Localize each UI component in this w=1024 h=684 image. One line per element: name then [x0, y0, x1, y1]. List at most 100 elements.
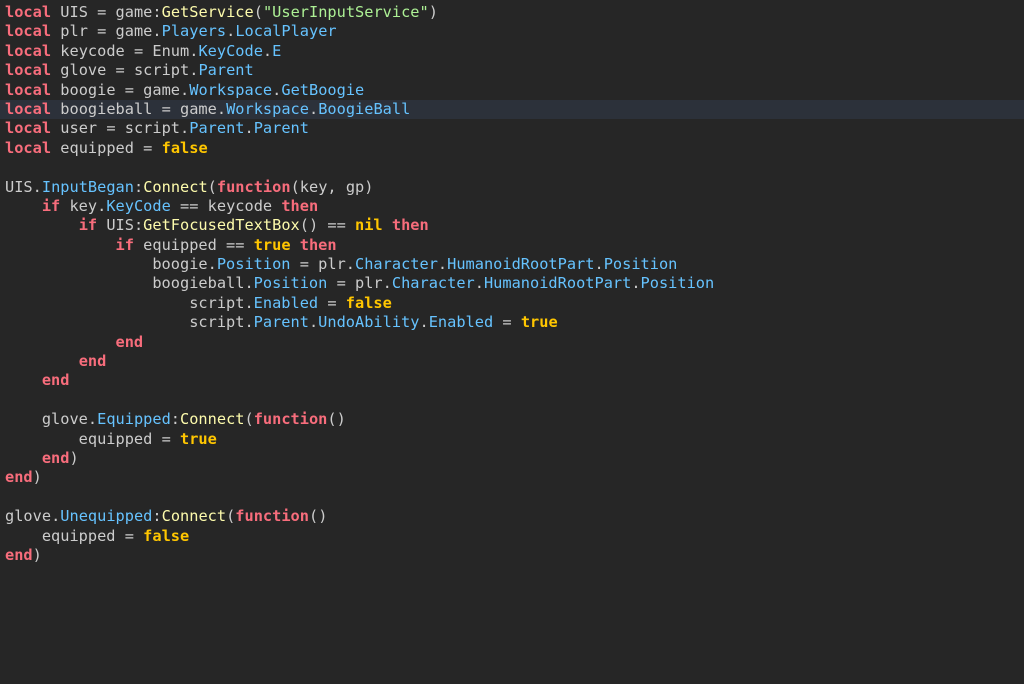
code-token: .: [180, 80, 190, 99]
code-line[interactable]: end: [0, 371, 1024, 390]
code-line[interactable]: [0, 158, 1024, 177]
code-token: HumanoidRootPart: [483, 274, 632, 293]
code-token: script: [5, 293, 245, 312]
code-token: Connect: [161, 507, 227, 526]
code-token: =: [124, 526, 134, 545]
code-token: local: [5, 80, 52, 99]
code-line[interactable]: end): [0, 468, 1024, 487]
code-token: end: [5, 545, 33, 564]
code-line[interactable]: end): [0, 449, 1024, 468]
code-token: InputBegan: [41, 177, 134, 196]
code-token: Character: [391, 274, 475, 293]
code-token: local: [5, 99, 52, 118]
code-token: UIS: [5, 177, 33, 196]
code-token: Position: [603, 255, 678, 274]
code-token: (): [308, 507, 328, 526]
code-line[interactable]: end: [0, 333, 1024, 352]
code-token: .: [32, 177, 42, 196]
code-line[interactable]: local boogie = game.Workspace.GetBoogie: [0, 81, 1024, 100]
code-token: user: [51, 119, 107, 138]
code-token: :: [170, 410, 181, 429]
code-token: script: [5, 313, 245, 332]
code-token: local: [5, 119, 52, 138]
code-editor[interactable]: local UIS = game:GetService("UserInputSe…: [0, 0, 1024, 684]
code-line[interactable]: glove.Equipped:Connect(function(): [0, 410, 1024, 429]
code-line[interactable]: if key.KeyCode == keycode then: [0, 197, 1024, 216]
code-token: ==: [180, 196, 199, 215]
code-token: KeyCode: [106, 196, 171, 215]
code-line[interactable]: script.Enabled = false: [0, 294, 1024, 313]
code-token: .: [244, 274, 254, 293]
code-token: glove: [5, 410, 88, 429]
code-token: :: [133, 216, 144, 235]
code-line[interactable]: UIS.InputBegan:Connect(function(key, gp): [0, 178, 1024, 197]
code-line[interactable]: local user = script.Parent.Parent: [0, 119, 1024, 138]
code-line[interactable]: local plr = game.Players.LocalPlayer: [0, 22, 1024, 41]
code-token: equipped: [5, 526, 125, 545]
code-token: Position: [253, 274, 328, 293]
code-token: (: [226, 507, 236, 526]
code-token: .: [216, 99, 227, 118]
code-token: HumanoidRootPart: [447, 255, 595, 274]
code-token: Parent: [253, 119, 309, 138]
code-token: if: [78, 216, 98, 235]
code-token: (): [327, 410, 346, 429]
code-line[interactable]: [0, 488, 1024, 507]
code-token: game: [170, 99, 217, 118]
code-token: ==: [226, 235, 245, 254]
code-line[interactable]: if equipped == true then: [0, 236, 1024, 255]
code-token: Workspace: [226, 99, 309, 118]
code-token: ): [364, 177, 374, 196]
code-token: keycode: [198, 196, 282, 215]
code-token: game: [106, 22, 153, 41]
code-token: =: [161, 429, 171, 448]
code-token: =: [133, 41, 144, 60]
code-token: Workspace: [189, 80, 273, 99]
code-token: key: [60, 196, 98, 215]
code-token: false: [345, 293, 392, 312]
code-line[interactable]: local keycode = Enum.KeyCode.E: [0, 42, 1024, 61]
code-token: :: [152, 507, 162, 526]
code-token: Position: [640, 274, 715, 293]
code-token: =: [161, 99, 171, 118]
code-token: function: [216, 177, 291, 196]
code-line[interactable]: local equipped = false: [0, 139, 1024, 158]
code-line[interactable]: local boogieball = game.Workspace.Boogie…: [0, 99, 1024, 120]
code-token: =: [336, 274, 346, 293]
code-token: local: [5, 22, 52, 41]
code-token: then: [281, 196, 319, 215]
code-token: (: [290, 177, 300, 196]
code-token: .: [437, 255, 448, 274]
code-token: equipped: [133, 235, 227, 254]
code-line[interactable]: local glove = script.Parent: [0, 61, 1024, 80]
code-line[interactable]: if UIS:GetFocusedTextBox() == nil then: [0, 216, 1024, 235]
code-token: .: [419, 313, 429, 332]
code-line[interactable]: glove.Unequipped:Connect(function(): [0, 507, 1024, 526]
code-line[interactable]: equipped = true: [0, 430, 1024, 449]
code-line[interactable]: local UIS = game:GetService("UserInputSe…: [0, 3, 1024, 22]
code-line[interactable]: end): [0, 546, 1024, 565]
code-line[interactable]: script.Parent.UndoAbility.Enabled = true: [0, 313, 1024, 332]
code-token: equipped: [5, 429, 162, 448]
code-token: =: [327, 293, 337, 312]
code-line[interactable]: end: [0, 352, 1024, 371]
code-line[interactable]: [0, 391, 1024, 410]
code-token: .: [51, 507, 61, 526]
code-token: .: [152, 22, 162, 41]
code-token: Enabled: [428, 313, 494, 332]
code-token: GetBoogie: [281, 80, 365, 99]
code-line[interactable]: equipped = false: [0, 527, 1024, 546]
code-token: .: [262, 41, 273, 60]
code-line[interactable]: boogieball.Position = plr.Character.Huma…: [0, 274, 1024, 293]
code-token: ==: [327, 216, 346, 235]
code-token: E: [272, 41, 282, 60]
code-token: keycode: [51, 41, 134, 60]
code-line[interactable]: boogie.Position = plr.Character.Humanoid…: [0, 255, 1024, 274]
code-token: true: [180, 429, 217, 448]
code-area[interactable]: local UIS = game:GetService("UserInputSe…: [0, 3, 1024, 565]
